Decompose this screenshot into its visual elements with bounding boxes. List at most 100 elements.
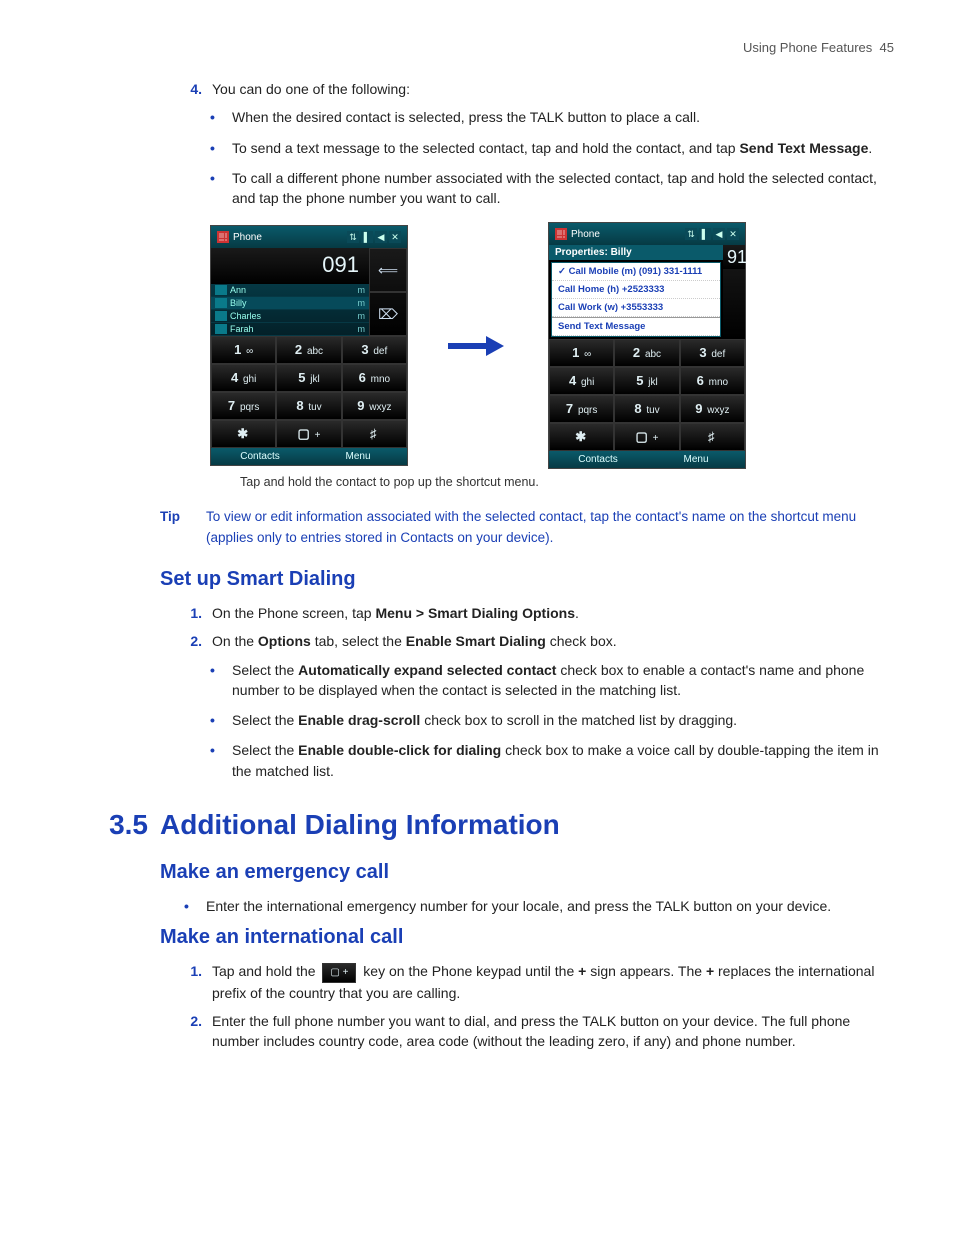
volume-icon: ◀ (713, 228, 725, 240)
bullet-text: Select the Automatically expand selected… (232, 660, 894, 701)
step-body: On the Phone screen, tap Menu > Smart Di… (212, 603, 894, 623)
page: Using Phone Features 45 4. You can do on… (0, 0, 954, 1120)
bullet-item: • Select the Automatically expand select… (210, 660, 894, 701)
phone-titlebar: Phone ⇅ ▌ ◀ ✕ (211, 226, 407, 248)
keypad-key: 6 mno (680, 367, 745, 395)
step-body: On the Options tab, select the Enable Sm… (212, 631, 894, 651)
phone-title: Phone (571, 229, 600, 240)
figure-row: Phone ⇅ ▌ ◀ ✕ 091 Annm Billym Charlesm F… (210, 222, 894, 469)
keypad-key: 4 ghi (211, 364, 276, 392)
windows-icon (217, 231, 229, 243)
arrow-right-icon (448, 339, 508, 353)
signal-icon: ⇅ (685, 228, 697, 240)
bullet-icon: • (210, 660, 232, 701)
popup-title: Properties: Billy (549, 245, 723, 260)
bullet-icon: • (210, 138, 232, 158)
bullet-text: Enter the international emergency number… (206, 896, 894, 916)
keypad-key: 6 mno (342, 364, 407, 392)
keypad-key: 1 ∞ (549, 339, 614, 367)
bullet-icon: • (210, 710, 232, 730)
keypad-key: ✱ (549, 423, 614, 451)
keypad-key: 5 jkl (614, 367, 679, 395)
phone-display: 91 (723, 245, 745, 269)
menu-item: Call Home (h) +2523333 (552, 281, 720, 299)
step-body: Tap and hold the ▢ + key on the Phone ke… (212, 961, 894, 1003)
keypad-key: ♯ (342, 420, 407, 448)
bullet-item: • To call a different phone number assoc… (210, 168, 894, 209)
header-page: 45 (880, 40, 894, 55)
bullet-item: • Select the Enable double-click for dia… (210, 740, 894, 781)
intl-step-1: 1. Tap and hold the ▢ + key on the Phone… (176, 961, 894, 1003)
phone-screenshot-right: Phone ⇅ ▌ ◀ ✕ Properties: Billy Call Mob… (548, 222, 746, 469)
bullet-item: • Enter the international emergency numb… (184, 896, 894, 916)
windows-icon (555, 228, 567, 240)
bullet-icon: • (184, 896, 206, 916)
back-icon: ⟸ (369, 248, 407, 292)
step-body: You can do one of the following: (212, 79, 894, 99)
delete-icon: ⌦ (369, 292, 407, 336)
keypad-key: 2 abc (614, 339, 679, 367)
softkey-bar: Contacts Menu (211, 448, 407, 465)
tip-text: To view or edit information associated w… (206, 507, 894, 548)
keypad-key: 9 wxyz (680, 395, 745, 423)
signal2-icon: ▌ (699, 228, 711, 240)
status-icons: ⇅ ▌ ◀ ✕ (347, 231, 401, 243)
keypad-key: 8 tuv (614, 395, 679, 423)
keypad-key: 7 pqrs (211, 392, 276, 420)
bullet-icon: • (210, 168, 232, 209)
smart-step-1: 1. On the Phone screen, tap Menu > Smart… (176, 603, 894, 623)
keypad-key: 8 tuv (276, 392, 341, 420)
list-item: Annm (211, 284, 369, 297)
keypad-key: 4 ghi (549, 367, 614, 395)
contact-list: Annm Billym Charlesm Farahm (211, 284, 369, 336)
softkey-left: Contacts (211, 448, 309, 465)
step-number: 1. (176, 603, 212, 623)
signal-icon: ⇅ (347, 231, 359, 243)
keypad-key: ▢ + (276, 420, 341, 448)
heading-emergency: Make an emergency call (160, 861, 894, 884)
heading-international: Make an international call (160, 926, 894, 949)
list-item: Charlesm (211, 310, 369, 323)
step-body: Enter the full phone number you want to … (212, 1011, 894, 1052)
section-title: Additional Dialing Information (160, 809, 560, 841)
menu-item: Call Mobile (m) (091) 331-1111 (552, 263, 720, 281)
bullet-text: When the desired contact is selected, pr… (232, 107, 894, 127)
running-header: Using Phone Features 45 (80, 40, 894, 55)
list-item: Farahm (211, 323, 369, 336)
section-number: 3.5 (80, 809, 160, 841)
bullet-text: To send a text message to the selected c… (232, 138, 894, 158)
phone-title: Phone (233, 232, 262, 243)
signal2-icon: ▌ (361, 231, 373, 243)
menu-item: Send Text Message (552, 317, 720, 336)
softkey-bar: Contacts Menu (549, 451, 745, 468)
bullet-item: • When the desired contact is selected, … (210, 107, 894, 127)
close-icon: ✕ (389, 231, 401, 243)
softkey-right: Menu (647, 451, 745, 468)
step-number: 2. (176, 1011, 212, 1052)
bullet-icon: • (210, 107, 232, 127)
heading-smart-dialing: Set up Smart Dialing (160, 568, 894, 591)
tip-label: Tip (160, 507, 206, 548)
keypad-key: 9 wxyz (342, 392, 407, 420)
zero-plus-key-icon: ▢ + (322, 963, 356, 983)
bullet-text: Select the Enable double-click for diali… (232, 740, 894, 781)
keypad-key: 2 abc (276, 336, 341, 364)
phone-keypad: 1 ∞2 abc3 def4 ghi5 jkl6 mno7 pqrs8 tuv9… (549, 339, 745, 451)
keypad-key: ♯ (680, 423, 745, 451)
header-section: Using Phone Features (743, 40, 872, 55)
list-item: Billym (211, 297, 369, 310)
bullet-item: • To send a text message to the selected… (210, 138, 894, 158)
intl-step-2: 2. Enter the full phone number you want … (176, 1011, 894, 1052)
step-4: 4. You can do one of the following: (176, 79, 894, 99)
step-number: 2. (176, 631, 212, 651)
context-menu: Call Mobile (m) (091) 331-1111 Call Home… (551, 262, 721, 337)
bullet-text: Select the Enable drag-scroll check box … (232, 710, 894, 730)
phone-display: 091 (211, 248, 369, 284)
tip-block: Tip To view or edit information associat… (160, 507, 894, 548)
keypad-key: 3 def (680, 339, 745, 367)
bullet-item: • Select the Enable drag-scroll check bo… (210, 710, 894, 730)
keypad-key: 5 jkl (276, 364, 341, 392)
keypad-key: ▢ + (614, 423, 679, 451)
figure-caption: Tap and hold the contact to pop up the s… (240, 475, 894, 489)
bullet-text: To call a different phone number associa… (232, 168, 894, 209)
